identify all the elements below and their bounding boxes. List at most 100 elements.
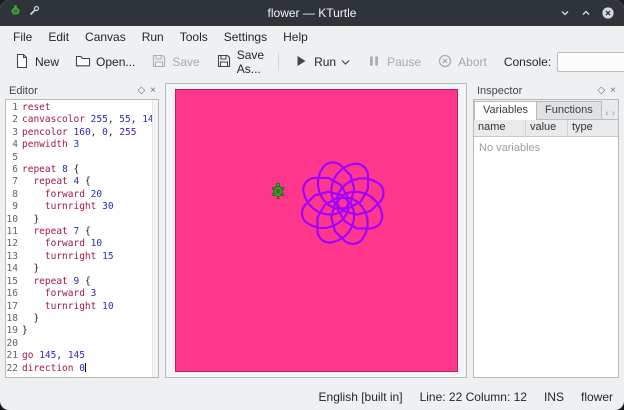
menu-edit[interactable]: Edit — [40, 28, 77, 46]
code-text[interactable]: forward 3 — [22, 288, 96, 300]
abort-button[interactable]: Abort — [430, 49, 494, 76]
line-number: 1 — [6, 102, 22, 114]
menu-run[interactable]: Run — [134, 28, 172, 46]
inspector-close-icon[interactable]: × — [610, 86, 616, 96]
inspector-tabs: Variables Functions ‹ › — [474, 100, 618, 120]
abort-button-label: Abort — [458, 55, 487, 69]
line-number: 10 — [6, 214, 22, 226]
code-text[interactable]: repeat 8 { — [22, 164, 79, 176]
code-text[interactable]: } — [22, 313, 39, 325]
code-line[interactable]: 13 turnright 15 — [6, 251, 152, 263]
menu-file[interactable]: File — [5, 28, 40, 46]
code-line[interactable]: 22direction 0 — [6, 363, 152, 375]
line-number: 9 — [6, 201, 22, 213]
canvas-drawing — [176, 90, 459, 373]
tab-scroll-left-icon[interactable]: ‹ — [605, 108, 608, 119]
code-text[interactable]: repeat 4 { — [22, 176, 91, 188]
save-disk-icon — [151, 53, 167, 72]
editor-panel-header[interactable]: Editor ◇ × — [5, 83, 159, 99]
code-line[interactable]: 15 repeat 9 { — [6, 276, 152, 288]
tab-variables[interactable]: Variables — [474, 101, 537, 120]
code-text[interactable]: turnright 15 — [22, 251, 114, 263]
titlebar[interactable]: flower — KTurtle — [0, 0, 624, 26]
code-text[interactable]: } — [22, 325, 28, 337]
new-button[interactable]: New — [7, 49, 66, 76]
code-text[interactable]: go 145, 145 — [22, 350, 85, 362]
run-dropdown-chevron-icon[interactable] — [341, 55, 350, 69]
editor-vertical-scrollbar[interactable] — [152, 100, 158, 377]
pause-button[interactable]: Pause — [359, 49, 428, 76]
turtle-sprite[interactable] — [271, 182, 286, 204]
code-line[interactable]: 19} — [6, 325, 152, 337]
tools-wrench-icon — [28, 4, 40, 22]
code-text[interactable]: direction 0 — [22, 363, 86, 375]
variables-table-header: name value type — [474, 120, 618, 137]
code-line[interactable]: 9 turnright 30 — [6, 201, 152, 213]
code-line[interactable]: 7 repeat 4 { — [6, 176, 152, 188]
code-line[interactable]: 2canvascolor 255, 55, 140 — [6, 114, 152, 126]
editor-code[interactable]: 1reset2canvascolor 255, 55, 1403pencolor… — [6, 100, 152, 377]
inspector-panel-header[interactable]: Inspector ◇ × — [473, 83, 619, 99]
code-text[interactable]: pencolor 160, 0, 255 — [22, 127, 136, 139]
code-line[interactable]: 1reset — [6, 102, 152, 114]
minimize-icon[interactable] — [559, 7, 571, 19]
toolbar: New Open... Save — [0, 47, 624, 77]
menu-tools[interactable]: Tools — [172, 28, 216, 46]
tab-scroll-arrows: ‹ › — [605, 108, 618, 119]
code-text[interactable]: repeat 7 { — [22, 226, 91, 238]
open-button[interactable]: Open... — [68, 49, 142, 76]
line-number: 16 — [6, 288, 22, 300]
code-line[interactable]: 18 } — [6, 313, 152, 325]
column-value[interactable]: value — [526, 120, 568, 136]
turtle-canvas[interactable] — [175, 89, 458, 372]
console-input[interactable] — [557, 52, 624, 72]
code-line[interactable]: 8 forward 20 — [6, 189, 152, 201]
line-number: 19 — [6, 325, 22, 337]
column-name[interactable]: name — [474, 120, 526, 136]
inspector-panel: Inspector ◇ × Variables Functions ‹ › na… — [473, 83, 619, 378]
code-text[interactable]: reset — [22, 102, 51, 114]
editor-close-icon[interactable]: × — [150, 86, 156, 96]
code-text[interactable]: } — [22, 214, 39, 226]
line-number: 3 — [6, 127, 22, 139]
close-icon[interactable] — [601, 6, 615, 20]
status-cursor-position: Line: 22 Column: 12 — [420, 390, 527, 404]
inspector-body: Variables Functions ‹ › name value type … — [473, 99, 619, 378]
code-text[interactable]: penwidth 3 — [22, 139, 79, 151]
code-text[interactable]: forward 10 — [22, 238, 102, 250]
save-as-button[interactable]: Save As... — [209, 44, 271, 80]
code-text[interactable]: repeat 9 { — [22, 276, 91, 288]
code-line[interactable]: 6repeat 8 { — [6, 164, 152, 176]
code-text[interactable]: forward 20 — [22, 189, 102, 201]
code-line[interactable]: 16 forward 3 — [6, 288, 152, 300]
code-text[interactable]: } — [22, 263, 39, 275]
code-text[interactable]: turnright 30 — [22, 201, 114, 213]
inspector-float-icon[interactable]: ◇ — [597, 86, 605, 96]
line-number: 11 — [6, 226, 22, 238]
menu-canvas[interactable]: Canvas — [77, 28, 134, 46]
code-line[interactable]: 12 forward 10 — [6, 238, 152, 250]
maximize-icon[interactable] — [580, 7, 592, 19]
new-button-label: New — [35, 55, 59, 69]
code-line[interactable]: 17 turnright 10 — [6, 301, 152, 313]
run-button[interactable]: Run — [286, 49, 357, 76]
column-type[interactable]: type — [568, 120, 618, 136]
menu-help[interactable]: Help — [275, 28, 316, 46]
code-line[interactable]: 10 } — [6, 214, 152, 226]
save-button[interactable]: Save — [144, 49, 206, 76]
code-line[interactable]: 4penwidth 3 — [6, 139, 152, 151]
code-text[interactable]: canvascolor 255, 55, 140 — [22, 114, 152, 126]
code-line[interactable]: 11 repeat 7 { — [6, 226, 152, 238]
editor-float-icon[interactable]: ◇ — [137, 86, 145, 96]
toolbar-separator — [278, 53, 279, 71]
tab-functions[interactable]: Functions — [536, 101, 602, 119]
code-text[interactable]: turnright 10 — [22, 301, 114, 313]
pause-icon — [366, 53, 382, 72]
menu-settings[interactable]: Settings — [216, 28, 275, 46]
code-line[interactable]: 14 } — [6, 263, 152, 275]
code-line[interactable]: 3pencolor 160, 0, 255 — [6, 127, 152, 139]
code-line[interactable]: 21go 145, 145 — [6, 350, 152, 362]
code-line[interactable]: 5 — [6, 152, 152, 164]
code-line[interactable]: 20 — [6, 338, 152, 350]
tab-scroll-right-icon[interactable]: › — [612, 108, 615, 119]
